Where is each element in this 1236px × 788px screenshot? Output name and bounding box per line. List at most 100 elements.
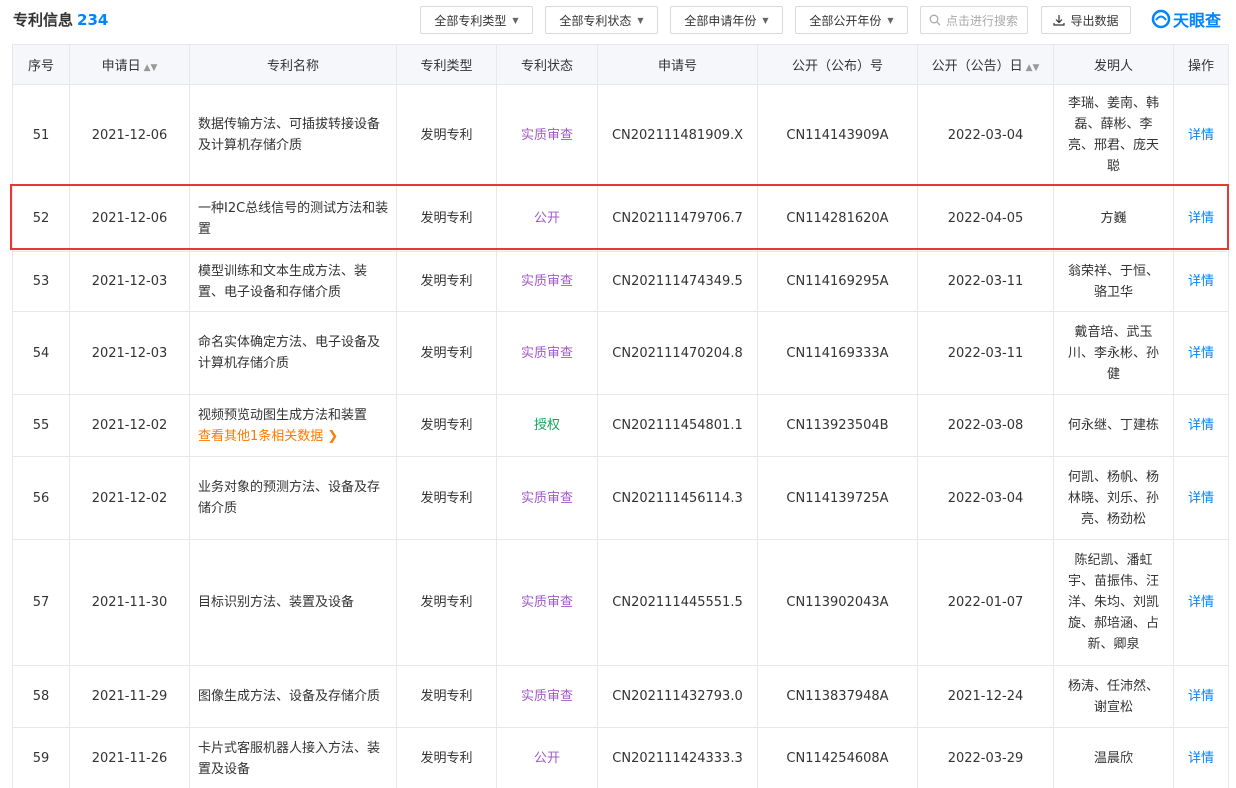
cell-patent-status: 实质审查: [496, 456, 598, 540]
logo-icon: [1151, 9, 1171, 29]
cell-patent-type: 发明专利: [396, 394, 497, 457]
column-header-action: 操作: [1173, 44, 1229, 85]
detail-link[interactable]: 详情: [1188, 128, 1214, 143]
cell-application-no: CN202111470204.8: [597, 311, 758, 395]
filter-publication-year[interactable]: 全部公开年份 ▼: [795, 6, 908, 34]
cell-no: 53: [12, 251, 70, 312]
cell-application-no: CN202111432793.0: [597, 665, 758, 728]
caret-down-icon: ▼: [637, 15, 644, 25]
patent-name-text: 视频预览动图生成方法和装置: [198, 407, 368, 423]
cell-action: 详情: [1173, 311, 1229, 395]
cell-application-date: 2021-12-03: [69, 311, 190, 395]
detail-link[interactable]: 详情: [1188, 689, 1214, 704]
cell-no: 54: [12, 311, 70, 395]
table-row: 54 2021-12-03 命名实体确定方法、电子设备及计算机存储介质 发明专利…: [12, 311, 1229, 395]
cell-patent-status: 授权: [496, 394, 598, 457]
column-header-application-date[interactable]: 申请日 ▲▼: [69, 44, 190, 85]
cell-inventors: 李瑞、姜南、韩磊、薛彬、李亮、邢君、庞天聪: [1053, 84, 1174, 186]
cell-application-date: 2021-12-06: [69, 185, 190, 252]
filter-patent-status[interactable]: 全部专利状态 ▼: [545, 6, 658, 34]
header-bar: 专利信息 234 全部专利类型 ▼ 全部专利状态 ▼ 全部申请年份 ▼ 全部公开年份 ▼ …: [0, 0, 1236, 40]
filter-application-year-label: 全部申请年份: [684, 13, 757, 28]
detail-link[interactable]: 详情: [1188, 211, 1214, 226]
column-header-inventors: 发明人: [1053, 44, 1174, 85]
cell-application-no: CN202111481909.X: [597, 84, 758, 186]
logo-text: 天眼查: [1173, 11, 1222, 30]
filter-application-year[interactable]: 全部申请年份 ▼: [670, 6, 783, 34]
column-header-no: 序号: [12, 44, 70, 85]
detail-link[interactable]: 详情: [1188, 346, 1214, 361]
cell-patent-status: 实质审查: [496, 665, 598, 728]
page-title-text: 专利信息: [13, 11, 74, 29]
cell-patent-name: 数据传输方法、可插拔转接设备及计算机存储介质: [189, 84, 397, 186]
export-button[interactable]: 导出数据: [1041, 6, 1131, 34]
cell-publication-no: CN113837948A: [757, 665, 918, 728]
detail-link[interactable]: 详情: [1188, 751, 1214, 766]
cell-inventors: 方巍: [1053, 185, 1174, 252]
search-icon: [929, 14, 941, 26]
table-row: 57 2021-11-30 目标识别方法、装置及设备 发明专利 实质审查 CN2…: [12, 539, 1229, 666]
cell-publication-date: 2022-01-07: [917, 539, 1054, 666]
page-title: 专利信息 234: [13, 9, 108, 30]
cell-inventors: 何凯、杨帆、杨林晓、刘乐、孙亮、杨劲松: [1053, 456, 1174, 540]
cell-patent-type: 发明专利: [396, 185, 497, 252]
cell-inventors: 翁荣祥、于恒、骆卫华: [1053, 251, 1174, 312]
column-header-publication-date-label: 公开（公告）日: [931, 59, 1023, 74]
cell-patent-status: 实质审查: [496, 311, 598, 395]
detail-link[interactable]: 详情: [1188, 418, 1214, 433]
column-header-patent-type: 专利类型: [396, 44, 497, 85]
cell-patent-name: 图像生成方法、设备及存储介质: [189, 665, 397, 728]
cell-publication-no: CN114169333A: [757, 311, 918, 395]
cell-inventors: 戴音培、武玉川、李永彬、孙健: [1053, 311, 1174, 395]
cell-patent-status: 公开: [496, 727, 598, 788]
cell-patent-type: 发明专利: [396, 311, 497, 395]
search-placeholder: 点击进行搜索: [946, 13, 1019, 28]
column-header-application-date-label: 申请日: [101, 59, 141, 74]
cell-application-date: 2021-12-02: [69, 456, 190, 540]
filter-patent-type-label: 全部专利类型: [434, 13, 507, 28]
caret-down-icon: ▼: [512, 15, 519, 25]
cell-publication-no: CN114169295A: [757, 251, 918, 312]
table-row: 58 2021-11-29 图像生成方法、设备及存储介质 发明专利 实质审查 C…: [12, 665, 1229, 728]
detail-link[interactable]: 详情: [1188, 274, 1214, 289]
sort-icon[interactable]: ▲▼: [144, 63, 158, 73]
cell-patent-type: 发明专利: [396, 727, 497, 788]
cell-application-no: CN202111456114.3: [597, 456, 758, 540]
cell-publication-date: 2022-03-04: [917, 456, 1054, 540]
cell-inventors: 何永继、丁建栋: [1053, 394, 1174, 457]
column-header-publication-date[interactable]: 公开（公告）日 ▲▼: [917, 44, 1054, 85]
filter-publication-year-label: 全部公开年份: [809, 13, 882, 28]
cell-patent-name: 视频预览动图生成方法和装置 查看其他1条相关数据 ❯: [189, 394, 397, 457]
cell-publication-no: CN114143909A: [757, 84, 918, 186]
cell-patent-name: 目标识别方法、装置及设备: [189, 539, 397, 666]
related-data-link[interactable]: 查看其他1条相关数据 ❯: [198, 426, 390, 447]
table-header-row: 序号 申请日 ▲▼ 专利名称 专利类型 专利状态 申请号 公开（公布）号 公开（公…: [12, 44, 1229, 85]
cell-action: 详情: [1173, 251, 1229, 312]
cell-patent-name: 业务对象的预测方法、设备及存储介质: [189, 456, 397, 540]
table-row: 56 2021-12-02 业务对象的预测方法、设备及存储介质 发明专利 实质审…: [12, 456, 1229, 540]
cell-patent-type: 发明专利: [396, 251, 497, 312]
sort-icon[interactable]: ▲▼: [1026, 63, 1040, 73]
cell-publication-no: CN114139725A: [757, 456, 918, 540]
cell-application-no: CN202111424333.3: [597, 727, 758, 788]
cell-publication-no: CN113923504B: [757, 394, 918, 457]
detail-link[interactable]: 详情: [1188, 491, 1214, 506]
cell-inventors: 温晨欣: [1053, 727, 1174, 788]
cell-publication-no: CN114281620A: [757, 185, 918, 252]
filter-patent-status-label: 全部专利状态: [559, 13, 632, 28]
filter-patent-type[interactable]: 全部专利类型 ▼: [420, 6, 533, 34]
export-button-label: 导出数据: [1070, 13, 1119, 28]
tianyancha-logo[interactable]: 天眼查: [1151, 8, 1221, 30]
cell-no: 59: [12, 727, 70, 788]
caret-down-icon: ▼: [887, 15, 894, 25]
column-header-publication-no: 公开（公布）号: [757, 44, 918, 85]
search-input[interactable]: 点击进行搜索: [920, 6, 1028, 34]
cell-patent-type: 发明专利: [396, 84, 497, 186]
cell-action: 详情: [1173, 539, 1229, 666]
cell-application-date: 2021-12-03: [69, 251, 190, 312]
cell-application-no: CN202111454801.1: [597, 394, 758, 457]
detail-link[interactable]: 详情: [1188, 595, 1214, 610]
patent-table: 序号 申请日 ▲▼ 专利名称 专利类型 专利状态 申请号 公开（公布）号 公开（公…: [12, 44, 1229, 788]
cell-action: 详情: [1173, 727, 1229, 788]
cell-application-date: 2021-11-29: [69, 665, 190, 728]
